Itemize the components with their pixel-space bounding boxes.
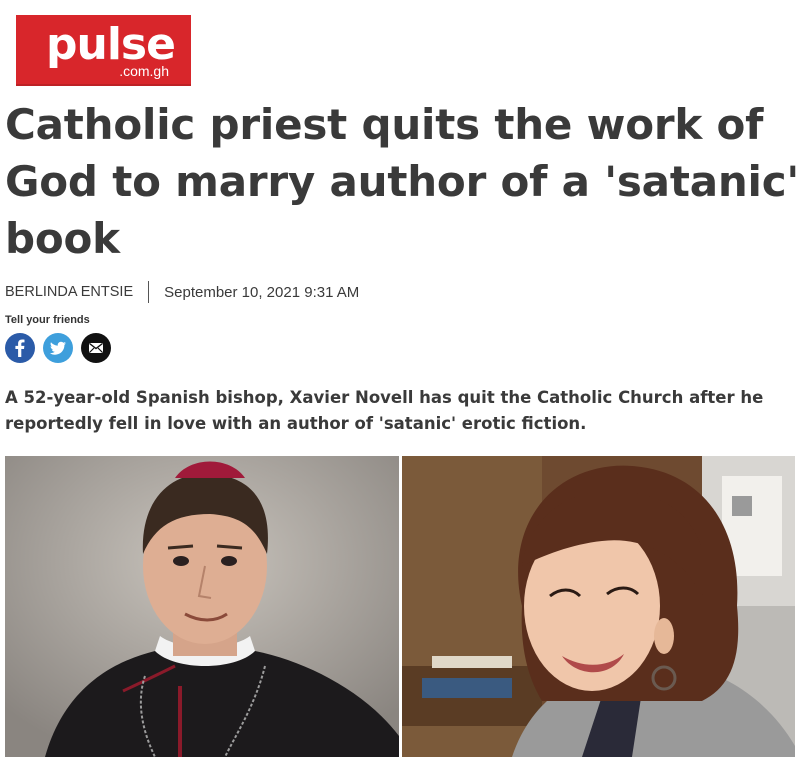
bishop-photo bbox=[5, 456, 399, 757]
author-name[interactable]: BERLINDA ENTSIE bbox=[5, 284, 133, 300]
byline: BERLINDA ENTSIE September 10, 2021 9:31 … bbox=[5, 281, 360, 303]
share-label: Tell your friends bbox=[5, 314, 90, 326]
article-image bbox=[5, 456, 795, 757]
twitter-share-button[interactable] bbox=[43, 333, 73, 363]
author-photo bbox=[402, 456, 795, 757]
byline-divider bbox=[148, 281, 150, 303]
twitter-icon bbox=[49, 341, 66, 355]
share-buttons bbox=[5, 333, 111, 363]
article-lede: A 52-year-old Spanish bishop, Xavier Nov… bbox=[5, 388, 764, 433]
facebook-icon bbox=[15, 339, 25, 357]
site-logo[interactable]: pulse .com.gh bbox=[16, 15, 191, 86]
logo-domain-text: .com.gh bbox=[119, 63, 169, 79]
email-icon bbox=[89, 342, 103, 353]
email-share-button[interactable] bbox=[81, 333, 111, 363]
publish-date: September 10, 2021 9:31 AM bbox=[164, 283, 360, 301]
article-headline: Catholic priest quits the work of God to… bbox=[5, 100, 800, 263]
facebook-share-button[interactable] bbox=[5, 333, 35, 363]
